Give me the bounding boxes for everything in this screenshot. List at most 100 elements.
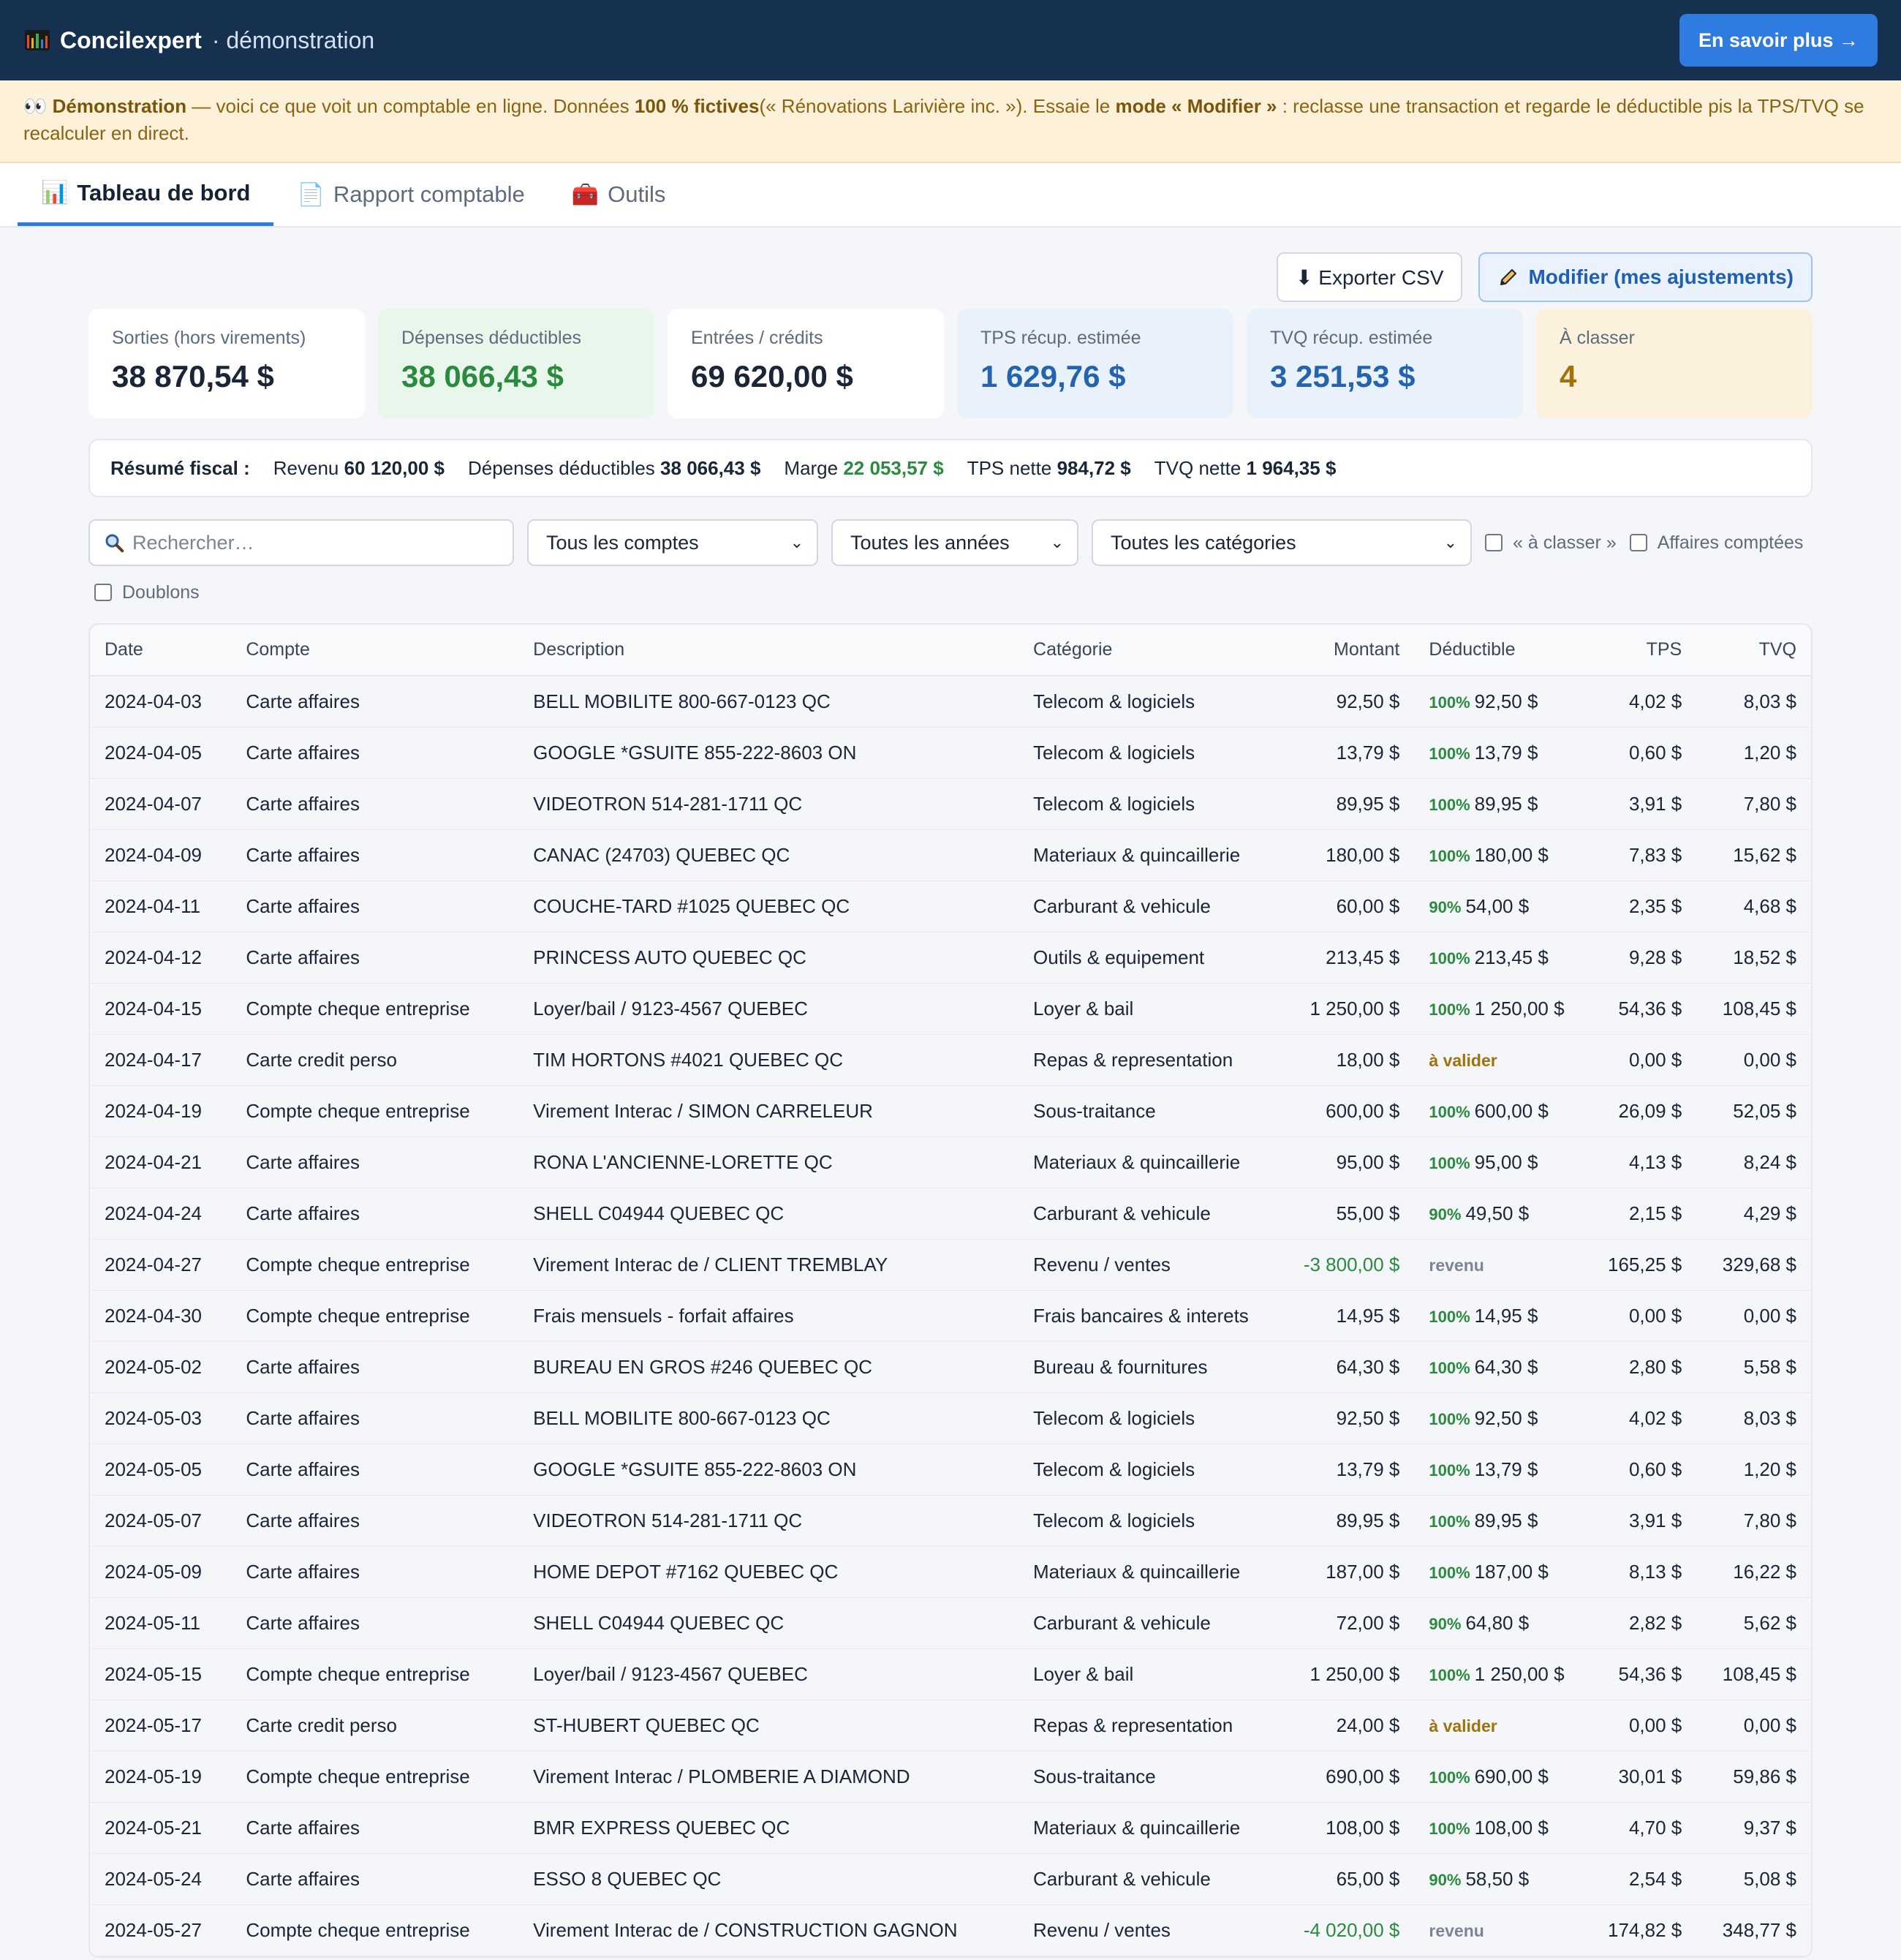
col-date[interactable]: Date <box>90 625 232 676</box>
cell-category[interactable]: Loyer & bail <box>1018 983 1287 1035</box>
table-row[interactable]: 2024-04-24 Carte affaires SHELL C04944 QUE… <box>90 1188 1811 1240</box>
cell-tvq: 5,58 $ <box>1696 1341 1811 1393</box>
cell-category[interactable]: Frais bancaires & interets <box>1018 1290 1287 1342</box>
col-category[interactable]: Catégorie <box>1018 625 1287 676</box>
cell-category[interactable]: Bureau & fournitures <box>1018 1341 1287 1393</box>
select-value: Toutes les catégories <box>1111 531 1296 554</box>
cell-category[interactable]: Revenu / ventes <box>1018 1904 1287 1956</box>
checkbox[interactable] <box>94 584 112 601</box>
table-row[interactable]: 2024-04-11 Carte affaires COUCHE-TARD #102… <box>90 881 1811 932</box>
checkbox[interactable] <box>1629 534 1647 551</box>
cell-category[interactable]: Materiaux & quincaillerie <box>1018 1546 1287 1598</box>
table-row[interactable]: 2024-05-15 Compte cheque entreprise Loyer/… <box>90 1648 1811 1700</box>
modify-button[interactable]: Modifier (mes ajustements) <box>1478 252 1813 302</box>
table-row[interactable]: 2024-05-19 Compte cheque entreprise Vireme… <box>90 1751 1811 1803</box>
cell-category[interactable]: Sous-traitance <box>1018 1751 1287 1803</box>
col-tvq[interactable]: TVQ <box>1696 625 1811 676</box>
cell-tvq: 8,03 $ <box>1696 676 1811 728</box>
table-row[interactable]: 2024-04-12 Carte affaires PRINCESS AUTO QU… <box>90 932 1811 984</box>
col-description[interactable]: Description <box>518 625 1019 676</box>
table-row[interactable]: 2024-05-05 Carte affaires GOOGLE *GSUITE 8… <box>90 1444 1811 1496</box>
table-row[interactable]: 2024-05-02 Carte affaires BUREAU EN GROS #… <box>90 1341 1811 1393</box>
card-value: 38 066,43 $ <box>401 359 564 393</box>
table-row[interactable]: 2024-05-07 Carte affaires VIDEOTRON 514-28… <box>90 1495 1811 1547</box>
cell-tps: 9,28 $ <box>1581 932 1697 984</box>
cell-category[interactable]: Outils & equipement <box>1018 932 1287 984</box>
table-row[interactable]: 2024-04-27 Compte cheque entreprise Vireme… <box>90 1239 1811 1291</box>
table-row[interactable]: 2024-05-21 Carte affaires BMR EXPRESS QUEB… <box>90 1802 1811 1854</box>
cell-account: Compte cheque entreprise <box>231 1751 519 1803</box>
cell-description: RONA L'ANCIENNE-LORETTE QC <box>518 1137 1019 1188</box>
categories-select[interactable]: Toutes les catégories ⌄ <box>1092 519 1472 566</box>
fiscal-value: 60 120,00 $ <box>344 456 445 479</box>
cell-category[interactable]: Telecom & logiciels <box>1018 676 1287 728</box>
cell-category[interactable]: Repas & representation <box>1018 1034 1287 1086</box>
cell-category[interactable]: Telecom & logiciels <box>1018 778 1287 830</box>
card-label: Sorties (hors virements) <box>112 328 306 348</box>
table-row[interactable]: 2024-05-24 Carte affaires ESSO 8 QUEBEC QC… <box>90 1853 1811 1905</box>
cell-category[interactable]: Carburant & vehicule <box>1018 1188 1287 1240</box>
tab-report[interactable]: 📄 Rapport comptable <box>273 163 548 226</box>
cell-category[interactable]: Revenu / ventes <box>1018 1239 1287 1291</box>
tab-dashboard[interactable]: 📊 Tableau de bord <box>18 163 274 226</box>
cell-date: 2024-05-07 <box>90 1495 232 1547</box>
cell-category[interactable]: Carburant & vehicule <box>1018 881 1287 932</box>
cell-category[interactable]: Telecom & logiciels <box>1018 1392 1287 1444</box>
export-csv-button[interactable]: ⬇ Exporter CSV <box>1277 252 1463 302</box>
table-row[interactable]: 2024-04-09 Carte affaires CANAC (24703) QU… <box>90 829 1811 881</box>
deductible-amount: 95,00 $ <box>1474 1150 1538 1173</box>
cell-description: ST-HUBERT QUEBEC QC <box>518 1700 1019 1752</box>
table-row[interactable]: 2024-04-15 Compte cheque entreprise Loyer/… <box>90 983 1811 1035</box>
col-deductible[interactable]: Déductible <box>1414 625 1582 676</box>
cell-category[interactable]: Sous-traitance <box>1018 1085 1287 1137</box>
cell-category[interactable]: Loyer & bail <box>1018 1648 1287 1700</box>
business-checkbox[interactable]: Affaires comptées <box>1629 532 1803 554</box>
table-row[interactable]: 2024-04-07 Carte affaires VIDEOTRON 514-28… <box>90 778 1811 830</box>
cell-tvq: 7,80 $ <box>1696 1495 1811 1547</box>
col-amount[interactable]: Montant <box>1286 625 1415 676</box>
cell-category[interactable]: Materiaux & quincaillerie <box>1018 1137 1287 1188</box>
table-row[interactable]: 2024-04-19 Compte cheque entreprise Vireme… <box>90 1085 1811 1137</box>
cell-tps: 0,00 $ <box>1581 1034 1697 1086</box>
cell-date: 2024-05-03 <box>90 1392 232 1444</box>
deductible-percent: 100% <box>1429 1768 1470 1787</box>
cell-category[interactable]: Carburant & vehicule <box>1018 1853 1287 1905</box>
checkbox[interactable] <box>1485 534 1503 551</box>
cell-deductible: revenu <box>1414 1904 1582 1956</box>
cell-date: 2024-04-21 <box>90 1137 232 1188</box>
table-row[interactable]: 2024-05-09 Carte affaires HOME DEPOT #7162… <box>90 1546 1811 1598</box>
cell-date: 2024-05-15 <box>90 1648 232 1700</box>
cell-description: CANAC (24703) QUEBEC QC <box>518 829 1019 881</box>
cell-category[interactable]: Telecom & logiciels <box>1018 1495 1287 1547</box>
tab-tools[interactable]: 🧰 Outils <box>548 163 689 226</box>
table-row[interactable]: 2024-04-21 Carte affaires RONA L'ANCIENNE-… <box>90 1137 1811 1188</box>
table-row[interactable]: 2024-04-03 Carte affaires BELL MOBILITE 80… <box>90 676 1811 728</box>
table-row[interactable]: 2024-05-17 Carte credit perso ST-HUBERT QU… <box>90 1700 1811 1752</box>
fiscal-expenses: Dépenses déductibles 38 066,43 $ <box>468 457 760 480</box>
learn-more-button[interactable]: En savoir plus → <box>1679 14 1878 67</box>
to-classify-checkbox[interactable]: « à classer » <box>1485 532 1617 554</box>
table-row[interactable]: 2024-04-17 Carte credit perso TIM HORTONS … <box>90 1034 1811 1086</box>
table-row[interactable]: 2024-04-05 Carte affaires GOOGLE *GSUITE 8… <box>90 727 1811 779</box>
cell-category[interactable]: Telecom & logiciels <box>1018 1444 1287 1496</box>
cell-category[interactable]: Materiaux & quincaillerie <box>1018 829 1287 881</box>
cell-account: Carte affaires <box>231 1546 519 1598</box>
cell-category[interactable]: Telecom & logiciels <box>1018 727 1287 779</box>
table-row[interactable]: 2024-05-11 Carte affaires SHELL C04944 QUE… <box>90 1597 1811 1649</box>
years-select[interactable]: Toutes les années ⌄ <box>831 519 1078 566</box>
table-row[interactable]: 2024-04-30 Compte cheque entreprise Frais … <box>90 1290 1811 1342</box>
cell-category[interactable]: Carburant & vehicule <box>1018 1597 1287 1649</box>
duplicates-checkbox[interactable]: Doublons <box>94 582 200 603</box>
table-row[interactable]: 2024-05-27 Compte cheque entreprise Vireme… <box>90 1904 1811 1956</box>
accounts-select[interactable]: Tous les comptes ⌄ <box>527 519 818 566</box>
col-account[interactable]: Compte <box>231 625 519 676</box>
deductible-percent: 100% <box>1429 1153 1470 1172</box>
card-label: Dépenses déductibles <box>401 328 581 348</box>
cell-category[interactable]: Repas & representation <box>1018 1700 1287 1752</box>
cell-account: Carte affaires <box>231 1495 519 1547</box>
search-input[interactable]: Rechercher… <box>88 519 514 566</box>
table-row[interactable]: 2024-05-03 Carte affaires BELL MOBILITE 80… <box>90 1392 1811 1444</box>
cell-category[interactable]: Materiaux & quincaillerie <box>1018 1802 1287 1854</box>
col-tps[interactable]: TPS <box>1581 625 1697 676</box>
cell-tvq: 7,80 $ <box>1696 778 1811 830</box>
